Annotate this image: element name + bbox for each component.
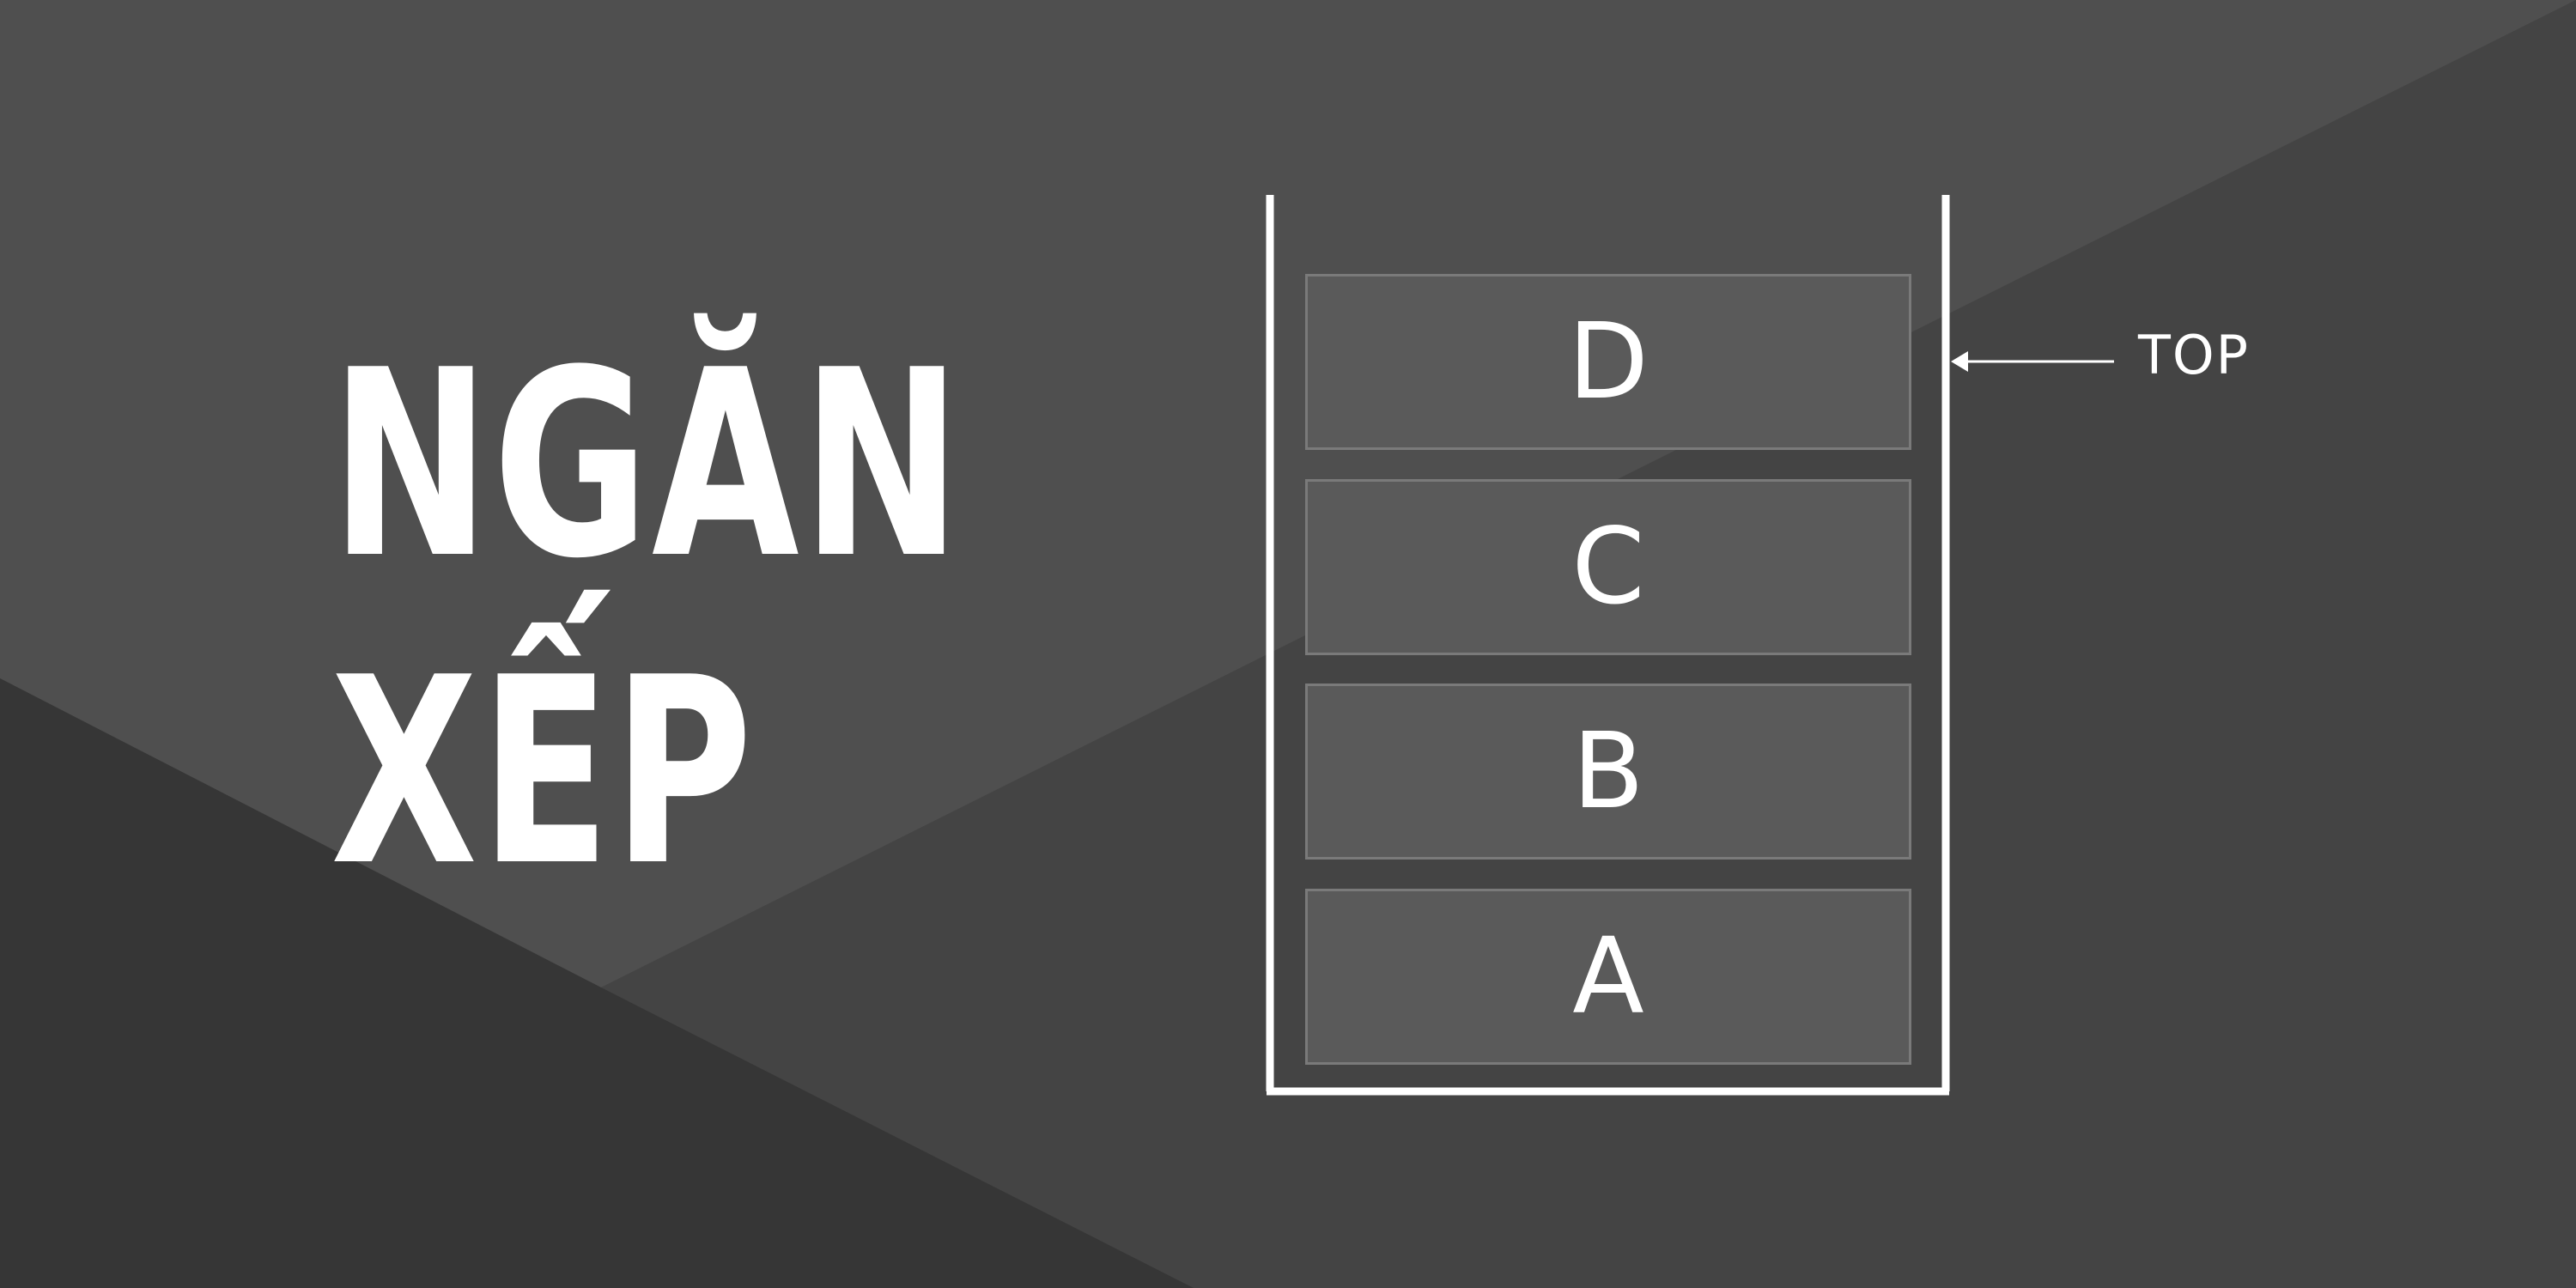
stack-diagram-lines [1266, 195, 2114, 1096]
top-pointer-label: TOP [2138, 324, 2251, 386]
top-pointer-arrowhead [1951, 351, 1968, 372]
canvas: NGĂN XẾP A B C D TOP [0, 0, 2576, 1288]
